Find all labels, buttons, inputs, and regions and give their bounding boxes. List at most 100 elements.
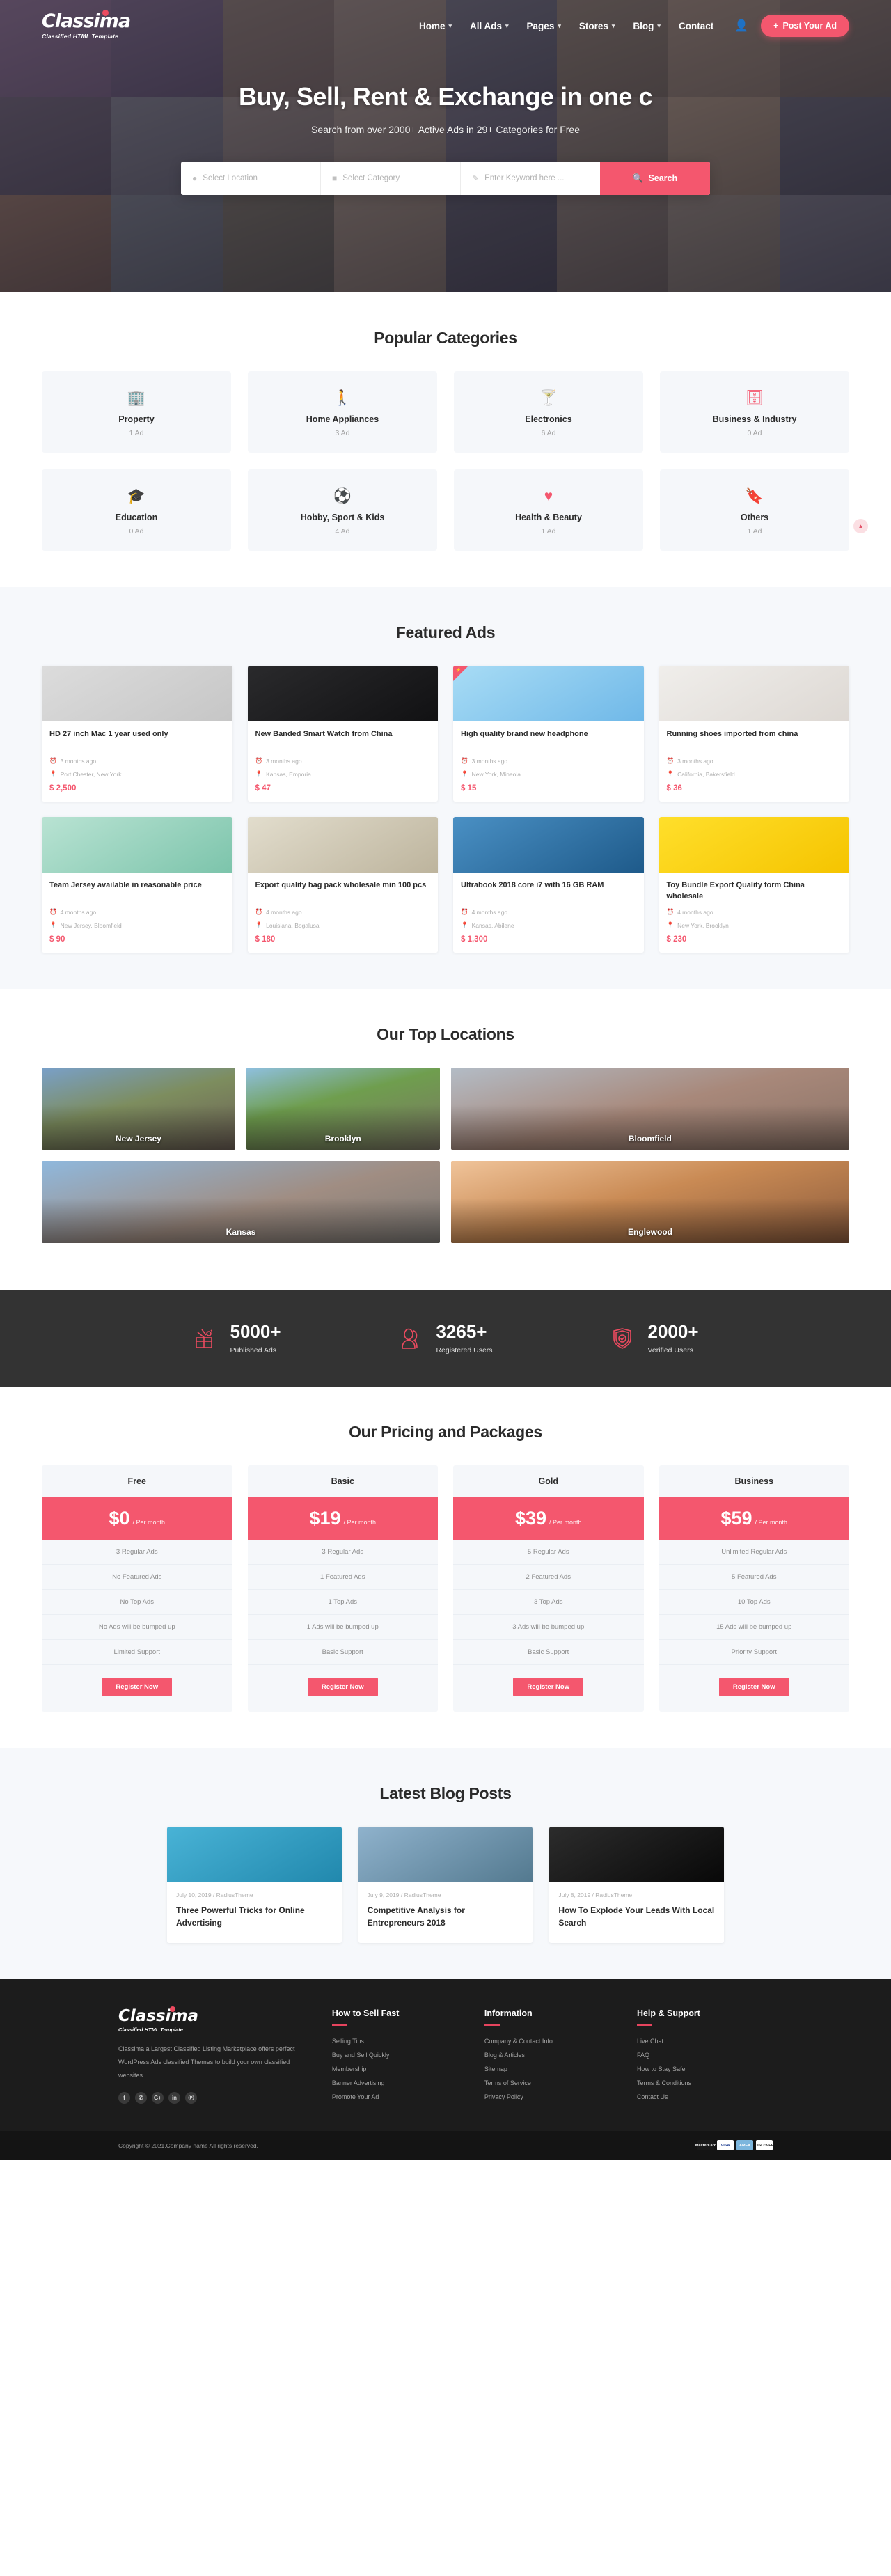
nav-item-contact[interactable]: Contact [679,21,713,31]
post-your-ad-button[interactable]: + Post Your Ad [761,15,849,37]
ad-location: New York, Mineola [471,770,521,778]
register-now-button[interactable]: Register Now [307,1678,378,1696]
location-name: Kansas [226,1227,256,1237]
map-pin-icon: 📍 [461,921,468,928]
footer-link[interactable]: Banner Advertising [332,2079,468,2086]
footer-link[interactable]: FAQ [637,2052,773,2059]
user-icon[interactable]: 👤 [734,19,748,33]
location-card[interactable]: New Jersey [42,1068,235,1150]
blog-meta: July 8, 2019 / RadiusTheme [558,1891,633,1898]
footer-link[interactable]: Terms & Conditions [637,2079,773,2086]
ad-card[interactable]: Ultrabook 2018 core i7 with 16 GB RAM ⏰ 4… [453,817,644,953]
featured-badge-icon: ⚡ [453,666,468,681]
site-logo[interactable]: Classima Classified HTML Template [42,10,131,40]
location-name: Bloomfield [628,1134,672,1143]
google-plus-icon[interactable]: G+ [152,2091,164,2104]
counter-label: Registered Users [436,1346,493,1355]
facebook-icon[interactable]: f [118,2091,130,2104]
categories-grid: 🏢 Property 1 Ad 🚶 Home Appliances 3 Ad 🍸… [42,371,849,551]
footer-link[interactable]: Contact Us [637,2093,773,2100]
footer-link[interactable]: Buy and Sell Quickly [332,2052,468,2059]
logo-dot-icon [102,10,109,16]
site-footer: Classima Classified HTML Template Classi… [0,1979,891,2131]
footer-bottom-bar: Copyright © 2021.Company name All rights… [0,2131,891,2160]
blog-card[interactable]: July 10, 2019 / RadiusTheme Three Powerf… [167,1827,342,1943]
ad-card[interactable]: Running shoes imported from china ⏰ 3 mon… [659,666,849,802]
location-card[interactable]: Kansas [42,1161,440,1243]
search-location-field[interactable]: ● [181,162,321,195]
category-input[interactable] [342,174,449,182]
scroll-to-top-button[interactable]: ▲ [853,519,868,533]
ad-price: $ 1,300 [461,935,488,944]
footer-link[interactable]: Selling Tips [332,2038,468,2045]
ad-time: 4 months ago [266,908,302,916]
ad-card[interactable]: HD 27 inch Mac 1 year used only ⏰ 3 month… [42,666,232,802]
ad-card[interactable]: Toy Bundle Export Quality form China who… [659,817,849,953]
location-card[interactable]: Bloomfield [450,1068,849,1150]
category-card-home-appliances[interactable]: 🚶 Home Appliances 3 Ad [248,371,437,453]
ad-location: New Jersey, Bloomfield [60,921,122,929]
footer-link[interactable]: Privacy Policy [484,2093,620,2100]
locations-row-2: Kansas Englewood [42,1161,849,1243]
nav-label: All Ads [470,20,503,31]
footer-link[interactable]: Membership [332,2066,468,2072]
counter-verified-users: 2000+ Verified Users [550,1322,759,1355]
category-card-electronics[interactable]: 🍸 Electronics 6 Ad [454,371,643,453]
footer-about: Classima Classified HTML Template Classi… [118,2006,315,2107]
category-card-hobby-sport-kids[interactable]: ⚽ Hobby, Sport & Kids 4 Ad [248,469,437,551]
logo-dot-icon [170,2006,175,2012]
nav-item-stores[interactable]: Stores ▾ [579,21,615,31]
pinterest-icon[interactable]: Ⓟ [185,2091,197,2104]
location-input[interactable] [203,174,309,182]
blog-card[interactable]: July 8, 2019 / RadiusTheme How To Explod… [549,1827,724,1943]
ad-card[interactable]: ⚡ High quality brand new headphone ⏰ 3 mo… [453,666,644,802]
search-button[interactable]: 🔍 Search [600,162,710,195]
linkedin-icon[interactable]: in [168,2091,180,2104]
nav-item-pages[interactable]: Pages ▾ [527,21,561,31]
blog-card[interactable]: July 9, 2019 / RadiusTheme Competitive A… [358,1827,533,1943]
ad-card[interactable]: Team Jersey available in reasonable pric… [42,817,232,953]
footer-link[interactable]: Blog & Articles [484,2052,620,2059]
counter-value: 2000+ [647,1321,699,1342]
register-now-button[interactable]: Register Now [513,1678,584,1696]
register-now-button[interactable]: Register Now [102,1678,173,1696]
category-card-education[interactable]: 🎓 Education 0 Ad [42,469,231,551]
graduation-cap-icon: 🎓 [127,488,146,504]
plan-feature: 3 Ads will be bumped up [453,1615,644,1640]
gift-icon [196,1329,213,1348]
featured-ads-row-2: Team Jersey available in reasonable pric… [42,817,849,953]
ad-title: High quality brand new headphone [461,730,588,738]
footer-link[interactable]: Sitemap [484,2066,620,2072]
search-label: Search [648,173,678,183]
map-pin-icon: 📍 [255,770,263,777]
location-card[interactable]: Englewood [451,1161,849,1243]
register-now-button[interactable]: Register Now [718,1678,789,1696]
statistics-section: 5000+ Published Ads 3265+ Registered Use… [0,1290,891,1387]
search-keyword-field[interactable]: ✎ [461,162,600,195]
heading-underline [331,2024,347,2026]
twitter-icon[interactable]: ✆ [135,2091,147,2104]
keyword-input[interactable] [484,174,589,182]
blog-thumbnail [167,1827,342,1882]
location-card[interactable]: Brooklyn [246,1068,440,1150]
search-category-field[interactable]: ■ [321,162,461,195]
nav-item-all-ads[interactable]: All Ads ▾ [470,21,509,31]
plan-period: / Per month [132,1519,166,1526]
footer-logo[interactable]: Classima [118,2006,315,2024]
nav-item-home[interactable]: Home ▾ [419,21,452,31]
ad-card[interactable]: New Banded Smart Watch from China ⏰ 3 mon… [247,666,438,802]
footer-link[interactable]: Terms of Service [484,2079,620,2086]
category-card-health-beauty[interactable]: ♥ Health & Beauty 1 Ad [454,469,643,551]
category-card-business-industry[interactable]: 🗄 Business & Industry 0 Ad [660,371,849,453]
category-card-others[interactable]: 🔖 Others 1 Ad [660,469,849,551]
footer-link[interactable]: How to Stay Safe [637,2066,773,2072]
ad-card[interactable]: Export quality bag pack wholesale min 10… [247,817,438,953]
category-card-property[interactable]: 🏢 Property 1 Ad [42,371,231,453]
ad-price: $ 90 [49,935,65,944]
nav-item-blog[interactable]: Blog ▾ [633,21,661,31]
nav-label: Stores [578,20,608,31]
footer-link[interactable]: Live Chat [637,2038,773,2045]
footer-link[interactable]: Promote Your Ad [332,2093,468,2100]
footer-link[interactable]: Company & Contact Info [484,2038,620,2045]
ad-location: California, Bakersfield [677,770,735,778]
